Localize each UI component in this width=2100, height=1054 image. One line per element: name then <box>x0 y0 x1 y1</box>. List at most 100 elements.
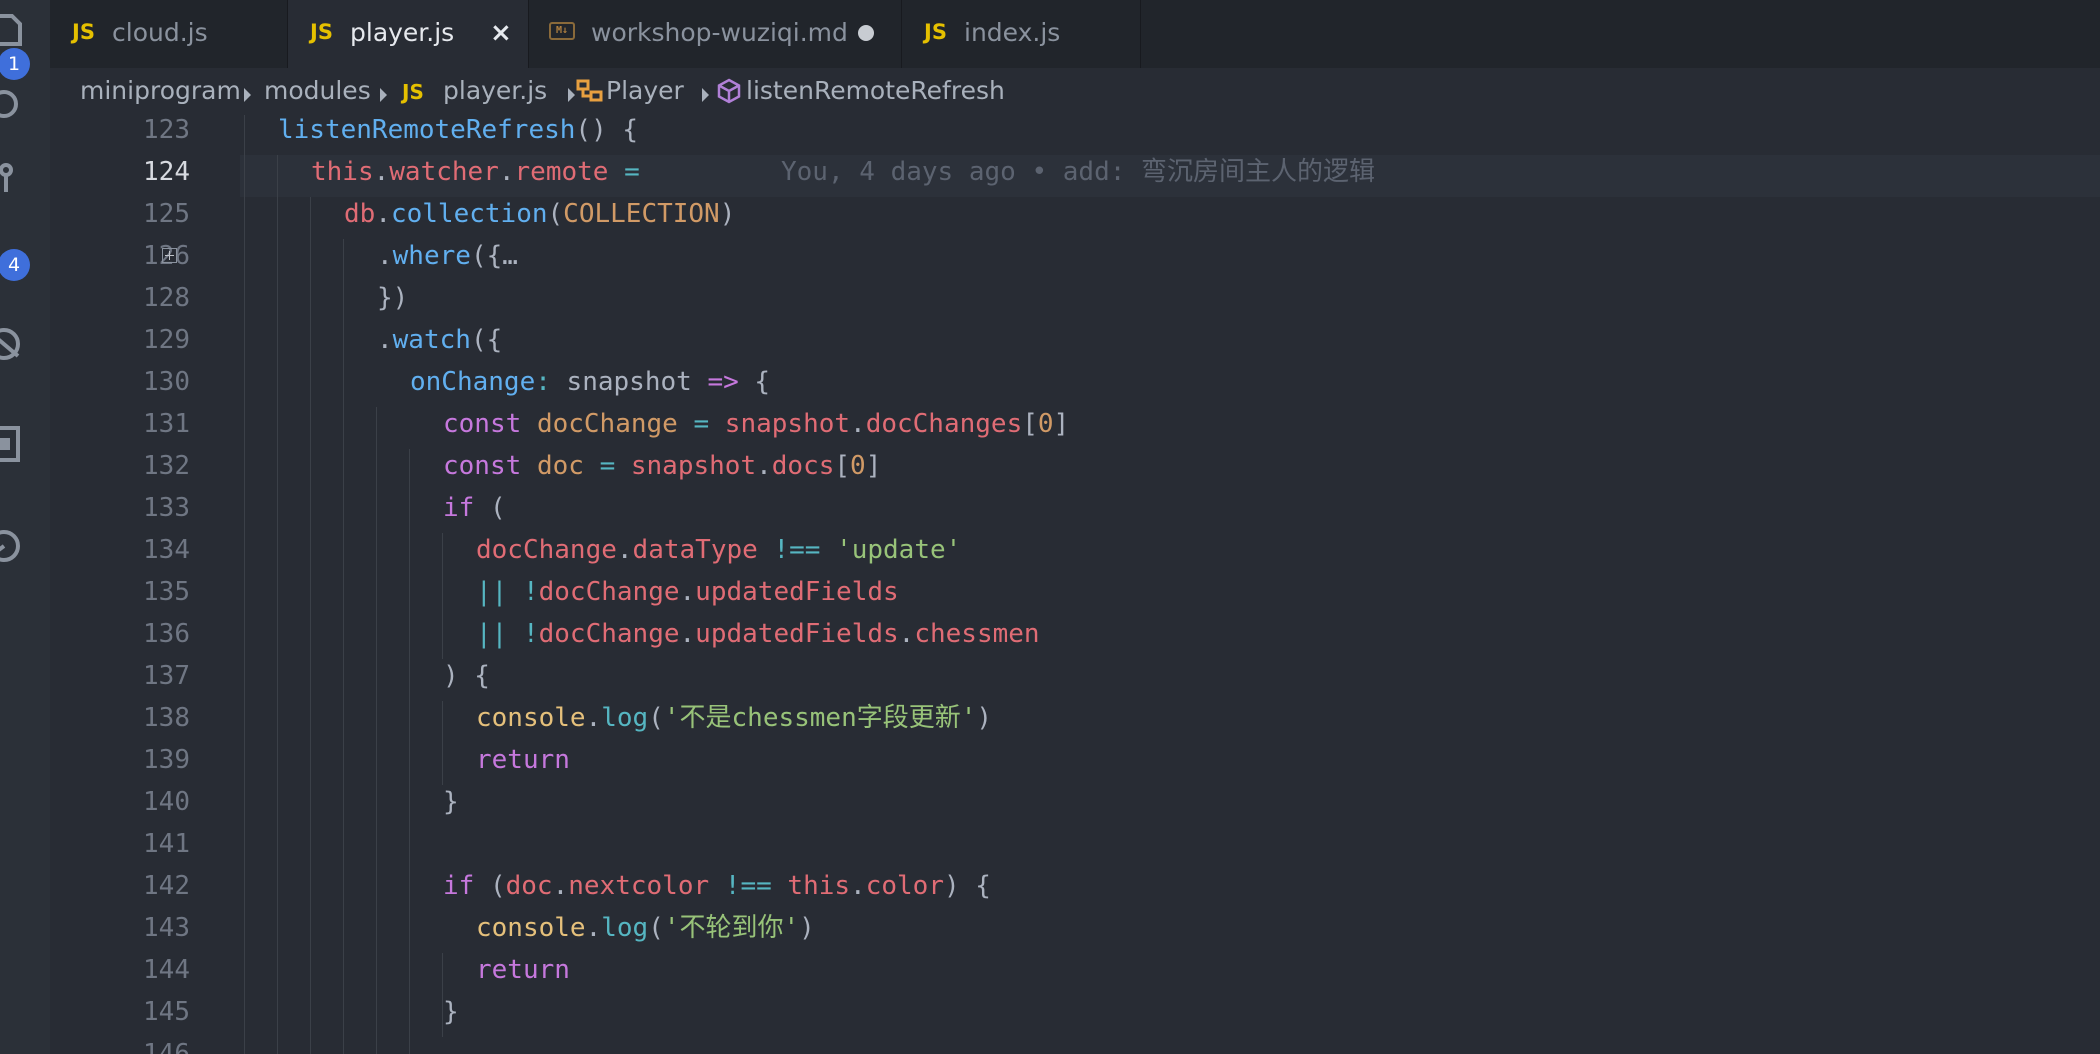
code-punct: () { <box>575 115 639 145</box>
code-obj: docChange <box>538 577 680 607</box>
code-line: } <box>443 781 459 823</box>
code-keyword: if <box>443 871 475 901</box>
code-obj: console <box>476 703 586 733</box>
code-line: }) <box>377 277 408 319</box>
indent-guide <box>277 155 278 1054</box>
code-arrow: => <box>707 367 739 397</box>
code-var: docChange <box>536 409 678 439</box>
code-op: ! <box>522 619 539 649</box>
code-line: || !docChange.updatedFields <box>476 577 899 607</box>
breadcrumb-listenremoterefresh[interactable]: listenRemoteRefresh <box>746 76 1005 105</box>
breadcrumb-player-class[interactable]: Player <box>606 76 684 105</box>
line-number-gutter: 123 124 125 126 128 129 130 131 132 133 … <box>50 115 190 1054</box>
code-fn: collection <box>390 199 548 229</box>
code-prop: docChanges <box>865 409 1023 439</box>
line-number: 125 <box>143 199 190 229</box>
line-number: 145 <box>143 997 190 1027</box>
code-keyword: return <box>476 745 570 775</box>
line-number: 139 <box>143 745 190 775</box>
code-line: .watch({ <box>377 325 503 355</box>
code-line: listenRemoteRefresh() { <box>278 115 638 151</box>
code-line: return <box>476 739 570 781</box>
indent-guide <box>310 197 311 1054</box>
notification-badge: 1 <box>0 48 30 80</box>
js-file-icon: JS <box>72 20 95 44</box>
breadcrumb-modules[interactable]: modules <box>264 76 371 105</box>
code-line: } <box>443 991 459 1033</box>
line-number: 134 <box>143 535 190 565</box>
line-number: 136 <box>143 619 190 649</box>
code-line: console.log('不是chessmen字段更新') <box>476 703 993 733</box>
debug-icon[interactable] <box>0 324 26 364</box>
line-number: 142 <box>143 871 190 901</box>
code-keyword: const <box>443 409 522 439</box>
chevron-right-icon <box>702 88 709 102</box>
code-prop: color <box>865 871 944 901</box>
js-file-icon: JS <box>310 20 333 44</box>
code-param: snapshot <box>566 367 692 397</box>
code-fn: log <box>601 703 649 733</box>
line-number: 129 <box>143 325 190 355</box>
indent-guide <box>244 115 245 1054</box>
line-number: 138 <box>143 703 190 733</box>
tab-player-js[interactable]: JS player.js × <box>288 0 529 68</box>
search-icon[interactable] <box>0 86 26 126</box>
breadcrumb: miniprogram modules JS player.js Player … <box>50 68 2100 115</box>
code-line: docChange.dataType !== 'update' <box>476 535 962 565</box>
tab-workshop-wuziqi-md[interactable]: M↓ workshop-wuziqi.md <box>529 0 902 68</box>
tab-cloud-js[interactable]: JS cloud.js <box>50 0 288 68</box>
tab-label: player.js <box>350 18 455 47</box>
code-line: this.watcher.remote = <box>311 157 640 187</box>
code-prop: updatedFields <box>695 619 899 649</box>
breadcrumb-player-js[interactable]: player.js <box>443 76 547 105</box>
code-keyword: const <box>443 451 522 481</box>
indent-guide <box>409 449 410 1054</box>
code-op: ! <box>522 577 539 607</box>
line-number: 140 <box>143 787 190 817</box>
source-control-icon[interactable] <box>0 160 26 200</box>
line-number: 123 <box>143 115 190 145</box>
code-keyword: if <box>443 493 475 523</box>
code-this: this <box>311 157 374 187</box>
code-punct: } <box>443 787 459 817</box>
code-prop: remote <box>514 157 609 187</box>
code-var: doc <box>536 451 584 481</box>
code-fn: where <box>392 241 471 271</box>
code-line: db.collection(COLLECTION) <box>344 199 736 229</box>
fold-expand-icon[interactable] <box>162 248 177 263</box>
git-blame-annotation[interactable]: You, 4 days ago • add: 弯沉房间主人的逻辑 <box>781 151 1375 193</box>
markdown-file-icon: M↓ <box>549 22 575 40</box>
code-line: const docChange = snapshot.docChanges[0] <box>443 409 1070 439</box>
code-editor[interactable]: 123 124 125 126 128 129 130 131 132 133 … <box>50 115 2100 1054</box>
extensions-icon[interactable] <box>0 424 26 464</box>
indent-guide <box>442 701 443 785</box>
method-icon <box>717 78 741 104</box>
chevron-right-icon <box>568 88 575 102</box>
code-area[interactable]: listenRemoteRefresh() { this.watcher.rem… <box>240 115 2100 1054</box>
code-line: if (doc.nextcolor !== this.color) { <box>443 871 991 901</box>
code-prop: watcher <box>389 157 499 187</box>
close-tab-icon[interactable]: × <box>490 18 512 48</box>
folded-ellipsis[interactable]: … <box>502 241 518 271</box>
method-name: listenRemoteRefresh <box>278 115 576 145</box>
tab-label: cloud.js <box>112 18 208 47</box>
indent-guide <box>376 407 377 1054</box>
explorer-icon[interactable] <box>0 10 26 50</box>
source-control-badge: 4 <box>0 249 30 281</box>
tab-label: workshop-wuziqi.md <box>591 18 848 47</box>
code-line: if ( <box>443 493 506 523</box>
code-number: 0 <box>1037 409 1054 439</box>
line-number: 130 <box>143 367 190 397</box>
unsaved-dot-icon[interactable] <box>858 25 874 41</box>
code-obj: snapshot <box>724 409 851 439</box>
code-obj: console <box>476 913 586 943</box>
code-string: '不是chessmen字段更新' <box>663 703 977 733</box>
activity-bar: 1 4 <box>0 0 50 1054</box>
line-number: 124 <box>143 157 190 187</box>
timeline-icon[interactable] <box>0 526 26 566</box>
breadcrumb-miniprogram[interactable]: miniprogram <box>80 76 241 105</box>
code-prop: nextcolor <box>568 871 710 901</box>
tab-index-js[interactable]: JS index.js <box>902 0 1141 68</box>
code-string: '不轮到你' <box>663 913 800 943</box>
chevron-right-icon <box>380 88 387 102</box>
